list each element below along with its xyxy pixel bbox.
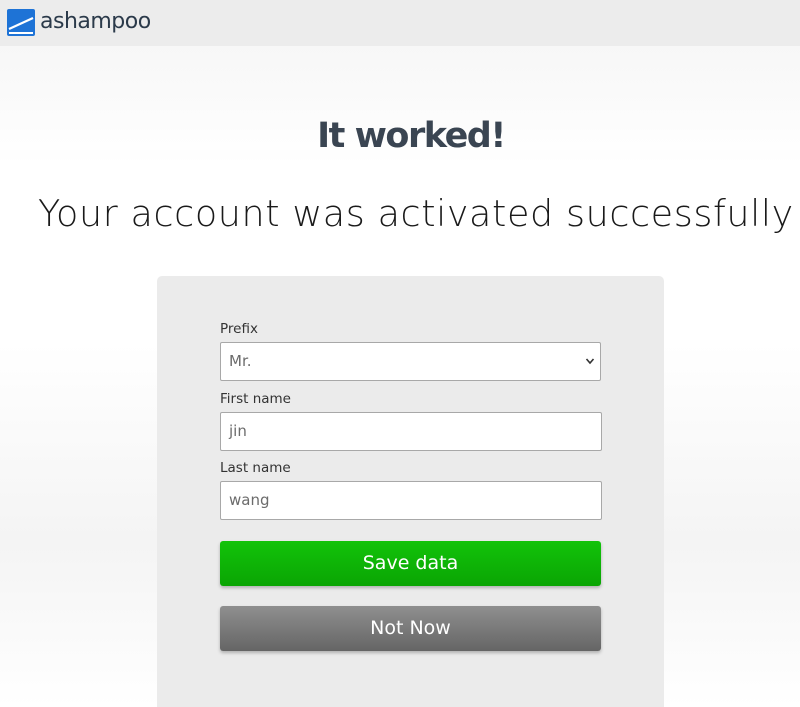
chevron-down-icon bbox=[585, 358, 595, 365]
page-subtitle: Your account was activated successfully! bbox=[38, 192, 800, 235]
first-name-label: First name bbox=[220, 391, 291, 407]
logo-text: ashampoo bbox=[40, 9, 151, 34]
first-name-value: jin bbox=[229, 422, 247, 440]
prefix-select-value: Mr. bbox=[229, 352, 252, 370]
prefix-label: Prefix bbox=[220, 321, 258, 337]
first-name-field[interactable]: jin bbox=[220, 412, 602, 451]
page-title: It worked! bbox=[317, 116, 506, 156]
last-name-label: Last name bbox=[220, 460, 291, 476]
ashampoo-logo[interactable]: ashampoo bbox=[7, 8, 151, 36]
last-name-field[interactable]: wang bbox=[220, 481, 602, 520]
save-data-button[interactable]: Save data bbox=[220, 541, 601, 586]
top-bar: ashampoo bbox=[0, 0, 800, 46]
not-now-button[interactable]: Not Now bbox=[220, 606, 601, 651]
last-name-value: wang bbox=[229, 491, 270, 509]
prefix-select[interactable]: Mr. bbox=[220, 342, 601, 381]
ashampoo-logo-icon bbox=[7, 8, 35, 36]
